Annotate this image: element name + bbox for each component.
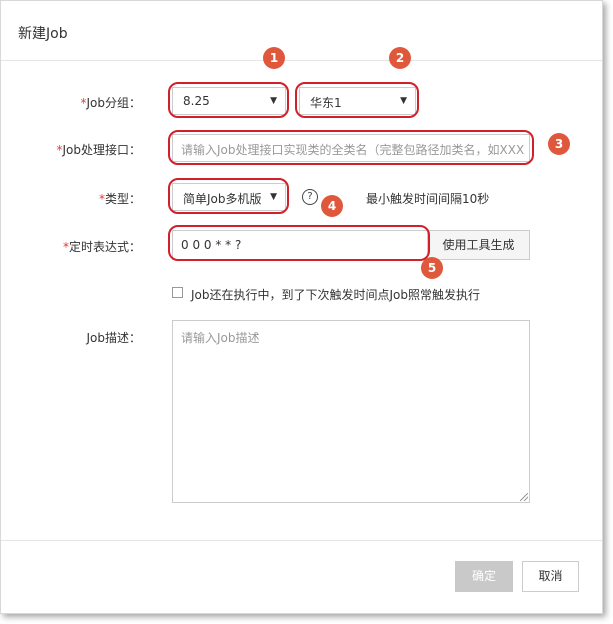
description-textarea[interactable]: 请输入Job描述 [172, 320, 530, 503]
chevron-down-icon: ▼ [400, 96, 407, 106]
annotation-badge-5: 5 [421, 257, 443, 279]
group-select[interactable]: 8.25 ▼ [172, 87, 286, 115]
chevron-down-icon: ▼ [270, 96, 277, 106]
type-label: *类型： [98, 192, 141, 206]
cron-input[interactable]: 0 0 0 * * ? [172, 230, 428, 260]
annotation-badge-3: 3 [548, 133, 570, 155]
annotation-badge-4: 4 [321, 195, 343, 217]
group-label: *Job分组： [80, 96, 142, 110]
region-select[interactable]: 华东1 ▼ [299, 87, 416, 115]
handler-label: *Job处理接口： [56, 143, 142, 157]
footer-divider [1, 540, 602, 541]
cron-tool-button[interactable]: 使用工具生成 [427, 230, 530, 260]
overlap-checkbox[interactable] [172, 287, 183, 298]
resize-handle-icon[interactable] [520, 493, 528, 501]
cron-label: *定时表达式： [62, 240, 141, 254]
dialog-title: 新建Job [18, 26, 68, 42]
description-label: Job描述： [86, 331, 142, 345]
type-select[interactable]: 简单Job多机版 ▼ [172, 183, 286, 211]
help-icon[interactable]: ? [302, 189, 318, 205]
annotation-badge-1: 1 [263, 47, 285, 69]
type-hint: 最小触发时间间隔10秒 [366, 192, 490, 206]
annotation-badge-2: 2 [389, 47, 411, 69]
cancel-button[interactable]: 取消 [522, 561, 579, 592]
confirm-button[interactable]: 确定 [455, 561, 513, 592]
handler-input[interactable]: 请输入Job处理接口实现类的全类名（完整包路径加类名，如XXX） [172, 134, 530, 162]
new-job-dialog: 新建Job *Job分组： 8.25 ▼ 华东1 ▼ *Job处理接口： 请输入… [0, 0, 603, 614]
overlap-label: Job还在执行中，到了下次触发时间点Job照常触发执行 [191, 288, 480, 302]
chevron-down-icon: ▼ [270, 192, 277, 202]
dialog-header: 新建Job [1, 1, 602, 61]
